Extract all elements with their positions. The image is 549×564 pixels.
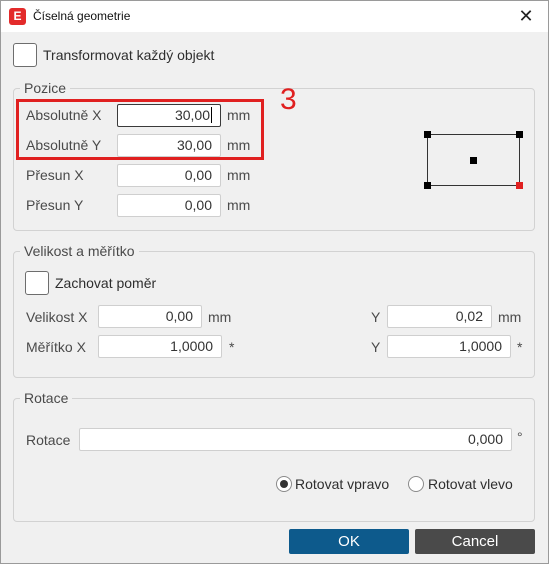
- rotate-right-label: Rotovat vpravo: [295, 476, 390, 492]
- size-y-input[interactable]: 0,02: [387, 305, 492, 328]
- rotation-group: [13, 398, 535, 522]
- size-y-unit: mm: [498, 309, 522, 325]
- scale-x-unit: *: [229, 339, 235, 355]
- move-x-label: Přesun X: [26, 167, 84, 183]
- move-y-input[interactable]: 0,00: [117, 194, 221, 217]
- rotation-input[interactable]: 0,000: [79, 428, 512, 451]
- move-y-label: Přesun Y: [26, 197, 84, 213]
- handle-top-right[interactable]: [516, 131, 523, 138]
- size-x-input[interactable]: 0,00: [98, 305, 202, 328]
- size-scale-group-title: Velikost a měřítko: [20, 243, 139, 259]
- close-icon: ✕: [518, 6, 534, 26]
- transform-each-checkbox[interactable]: [13, 43, 37, 67]
- size-x-unit: mm: [208, 309, 232, 325]
- size-y-label: Y: [371, 309, 381, 325]
- move-y-unit: mm: [227, 197, 251, 213]
- annotation-highlight-box: [16, 99, 264, 160]
- move-x-input[interactable]: 0,00: [117, 164, 221, 187]
- ok-button[interactable]: OK: [289, 529, 409, 554]
- title-bar: E Číselná geometrie ✕: [1, 1, 548, 32]
- scale-y-label: Y: [371, 339, 381, 355]
- position-group-title: Pozice: [20, 80, 71, 96]
- transform-each-label: Transformovat každý objekt: [43, 47, 215, 63]
- reference-point-preview: [424, 131, 523, 189]
- rotate-left-radio[interactable]: [408, 476, 424, 492]
- window-title: Číselná geometrie: [33, 9, 131, 23]
- annotation-number: 3: [280, 83, 297, 116]
- size-x-label: Velikost X: [26, 309, 88, 325]
- handle-center[interactable]: [470, 157, 477, 164]
- radio-selected-dot: [280, 480, 288, 488]
- handle-top-left[interactable]: [424, 131, 431, 138]
- app-logo-icon: E: [9, 8, 26, 25]
- move-x-unit: mm: [227, 167, 251, 183]
- cancel-button[interactable]: Cancel: [415, 529, 535, 554]
- handle-bottom-right-active[interactable]: [516, 182, 523, 189]
- close-button[interactable]: ✕: [504, 1, 548, 32]
- scale-x-input[interactable]: 1,0000: [98, 335, 222, 358]
- rotate-right-radio[interactable]: [276, 476, 292, 492]
- rotation-group-title: Rotace: [20, 390, 73, 406]
- rotation-label: Rotace: [26, 432, 71, 448]
- keep-ratio-checkbox[interactable]: [25, 271, 49, 295]
- numeric-geometry-dialog: E Číselná geometrie ✕ Transformovat každ…: [0, 0, 549, 564]
- rotate-left-label: Rotovat vlevo: [428, 476, 513, 492]
- scale-y-unit: *: [517, 339, 523, 355]
- scale-y-input[interactable]: 1,0000: [387, 335, 511, 358]
- scale-x-label: Měřítko X: [26, 339, 86, 355]
- rotation-unit: °: [517, 429, 523, 445]
- keep-ratio-label: Zachovat poměr: [55, 275, 157, 291]
- handle-bottom-left[interactable]: [424, 182, 431, 189]
